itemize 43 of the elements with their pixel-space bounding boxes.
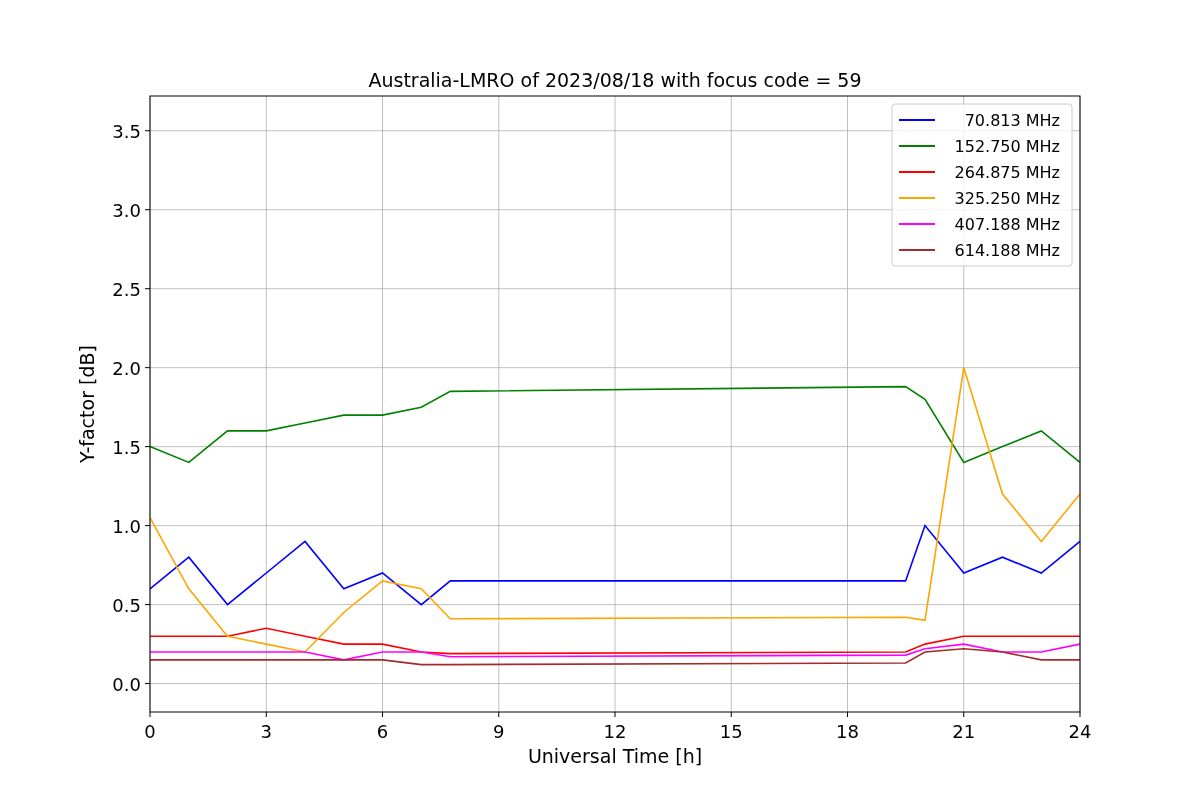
- y-tick-label: 0.0: [112, 673, 141, 695]
- chart-title: Australia-LMRO of 2023/08/18 with focus code = 59: [368, 69, 862, 91]
- y-axis-label: Y-factor [dB]: [76, 345, 98, 463]
- x-axis-label: Universal Time [h]: [527, 745, 703, 767]
- legend-label: 407.188 MHz: [954, 215, 1060, 234]
- y-tick-label: 0.5: [112, 594, 141, 616]
- legend-label: 70.813 MHz: [964, 111, 1060, 130]
- x-tick-label: 15: [719, 721, 743, 742]
- x-tick-label: 24: [1068, 721, 1092, 742]
- y-tick-label: 3.5: [112, 120, 141, 142]
- x-tick-label: 0: [144, 721, 156, 742]
- tick-mark: [144, 604, 151, 606]
- tick-mark: [144, 288, 151, 290]
- legend-label: 325.250 MHz: [954, 189, 1060, 208]
- y-tick-label: 1.0: [112, 515, 141, 537]
- y-tick-label: 2.0: [112, 357, 141, 379]
- tick-mark: [144, 525, 151, 527]
- tick-mark: [730, 711, 732, 718]
- y-tick-label: 2.5: [112, 278, 141, 300]
- x-tick-label: 18: [836, 721, 859, 742]
- tick-mark: [614, 711, 616, 718]
- tick-mark: [144, 209, 151, 211]
- x-tick-label: 9: [493, 721, 505, 742]
- y-tick-label: 3.0: [112, 199, 141, 221]
- legend-label: 152.750 MHz: [954, 137, 1060, 156]
- y-tick-label: 1.5: [112, 436, 141, 458]
- tick-mark: [1079, 711, 1081, 718]
- legend-label: 614.188 MHz: [954, 241, 1060, 260]
- tick-mark: [144, 367, 151, 369]
- x-tick-label: 12: [603, 721, 627, 742]
- tick-mark: [265, 711, 267, 718]
- x-tick-label: 21: [952, 721, 976, 742]
- legend-label: 264.875 MHz: [954, 163, 1060, 182]
- tick-mark: [144, 130, 151, 132]
- x-tick-label: 3: [260, 721, 272, 742]
- tick-mark: [498, 711, 500, 718]
- x-tick-label: 6: [376, 721, 389, 742]
- tick-mark: [382, 711, 383, 718]
- tick-mark: [963, 711, 965, 718]
- tick-mark: [847, 711, 848, 718]
- tick-mark: [144, 446, 151, 448]
- tick-mark: [149, 711, 151, 718]
- tick-mark: [144, 683, 151, 685]
